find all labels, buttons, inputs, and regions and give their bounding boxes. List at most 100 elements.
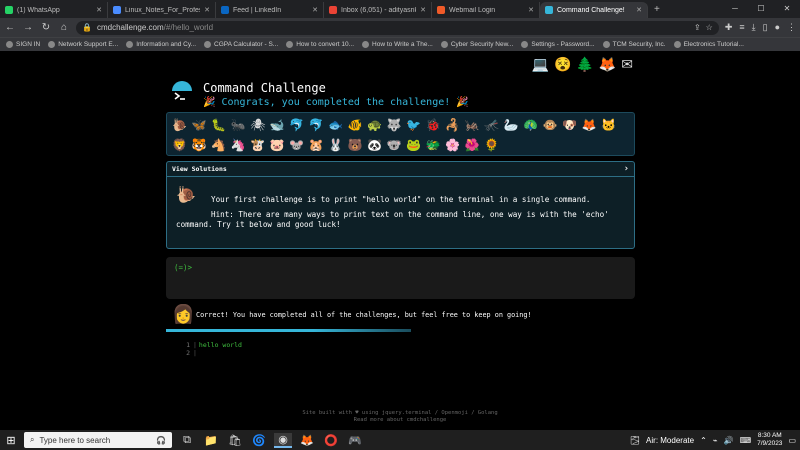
- bookmark-item[interactable]: How to convert 10...: [286, 41, 354, 48]
- challenge-emoji-icon[interactable]: 🐬: [287, 115, 307, 135]
- reload-icon[interactable]: ↻: [40, 22, 52, 33]
- bookmark-item[interactable]: Electronics Tutorial...: [673, 41, 744, 48]
- challenge-emoji-icon[interactable]: 🐞: [424, 115, 444, 135]
- notifications-icon[interactable]: ▭: [788, 436, 796, 445]
- challenge-emoji-icon[interactable]: 🐻: [346, 135, 366, 155]
- tab-3[interactable]: Inbox (6,051) - adityasrika ✕: [324, 2, 432, 18]
- close-window-icon[interactable]: ✕: [774, 0, 800, 18]
- challenge-emoji-icon[interactable]: 🐷: [268, 135, 288, 155]
- top-nav-icon[interactable]: 💻: [532, 56, 549, 73]
- menu-icon[interactable]: ⋮: [787, 22, 796, 33]
- challenge-emoji-icon[interactable]: 🐮: [248, 135, 268, 155]
- challenge-emoji-icon[interactable]: 🐼: [365, 135, 385, 155]
- top-nav-icon[interactable]: 😵: [554, 56, 571, 73]
- view-solutions-bar[interactable]: View Solutions ›: [167, 162, 634, 177]
- challenge-emoji-icon[interactable]: 🦟: [482, 115, 502, 135]
- minimize-icon[interactable]: ─: [722, 0, 748, 18]
- address-bar[interactable]: 🔒 cmdchallenge.com/#/hello_world ⇪ ☆: [76, 20, 719, 35]
- challenge-emoji-icon[interactable]: 🌸: [443, 135, 463, 155]
- firefox-icon[interactable]: 🦊: [298, 434, 316, 447]
- terminal-input[interactable]: (=)>: [166, 257, 635, 299]
- new-tab-button[interactable]: +: [648, 2, 666, 18]
- challenge-emoji-icon[interactable]: 🦗: [463, 115, 483, 135]
- challenge-emoji-icon[interactable]: 🦢: [502, 115, 522, 135]
- cortana-icon[interactable]: 🎧: [156, 436, 166, 445]
- tab-close-icon[interactable]: ✕: [96, 6, 102, 14]
- network-icon[interactable]: ⌁: [713, 436, 718, 445]
- challenge-emoji-icon[interactable]: 🐴: [209, 135, 229, 155]
- maximize-icon[interactable]: ☐: [748, 0, 774, 18]
- challenge-emoji-icon[interactable]: 🐰: [326, 135, 346, 155]
- bookmark-item[interactable]: CGPA Calculator - S...: [204, 41, 278, 48]
- challenge-emoji-icon[interactable]: 🦊: [580, 115, 600, 135]
- opera-icon[interactable]: ⭕: [322, 434, 340, 447]
- sidebar-icon[interactable]: ▯: [763, 22, 768, 33]
- challenge-emoji-icon[interactable]: 🐛: [209, 115, 229, 135]
- windows-start-icon[interactable]: ⊞: [4, 434, 18, 447]
- top-nav-icon[interactable]: ✉: [621, 56, 633, 73]
- tray-up-icon[interactable]: ⌃: [700, 436, 707, 445]
- tab-close-icon[interactable]: ✕: [420, 6, 426, 14]
- bookmark-item[interactable]: SIGN IN: [6, 41, 40, 48]
- challenge-emoji-icon[interactable]: 🦄: [229, 135, 249, 155]
- taskbar-search[interactable]: ⌕ Type here to search 🎧: [24, 432, 172, 448]
- reading-list-icon[interactable]: ≡: [739, 22, 744, 33]
- tab-1[interactable]: Linux_Notes_For_Professio ✕: [108, 2, 216, 18]
- file-explorer-icon[interactable]: 📁: [202, 434, 220, 447]
- tab-close-icon[interactable]: ✕: [528, 6, 534, 14]
- keyboard-icon[interactable]: ⌨: [740, 436, 752, 445]
- bookmark-item[interactable]: Network Support E...: [48, 41, 118, 48]
- challenge-emoji-icon[interactable]: 🕷: [248, 115, 268, 135]
- challenge-emoji-icon[interactable]: 🐦: [404, 115, 424, 135]
- challenge-emoji-icon[interactable]: 🌺: [463, 135, 483, 155]
- challenge-emoji-icon[interactable]: 🐲: [424, 135, 444, 155]
- air-quality-label[interactable]: Air: Moderate: [646, 436, 694, 445]
- tab-close-icon[interactable]: ✕: [312, 6, 318, 14]
- challenge-emoji-icon[interactable]: 🐜: [229, 115, 249, 135]
- home-icon[interactable]: ⌂: [58, 22, 70, 33]
- top-nav-icon[interactable]: 🦊: [599, 56, 616, 73]
- tab-2[interactable]: Feed | LinkedIn ✕: [216, 2, 324, 18]
- challenge-emoji-icon[interactable]: 🐌: [170, 115, 190, 135]
- tab-0[interactable]: (1) WhatsApp ✕: [0, 2, 108, 18]
- challenge-emoji-icon[interactable]: 🐸: [404, 135, 424, 155]
- back-icon[interactable]: ←: [4, 22, 16, 33]
- extensions-icon[interactable]: ✚: [725, 22, 733, 33]
- tab-close-icon[interactable]: ✕: [636, 6, 642, 14]
- forward-icon[interactable]: →: [22, 22, 34, 33]
- challenge-emoji-icon[interactable]: 🌻: [482, 135, 502, 155]
- challenge-emoji-icon[interactable]: 🐋: [268, 115, 288, 135]
- store-icon[interactable]: 🛍: [226, 434, 244, 447]
- profile-avatar[interactable]: ●: [775, 22, 780, 33]
- challenge-emoji-icon[interactable]: 🐹: [307, 135, 327, 155]
- challenge-emoji-icon[interactable]: 🐯: [190, 135, 210, 155]
- discord-icon[interactable]: 🎮: [346, 434, 364, 447]
- challenge-emoji-icon[interactable]: 🐢: [365, 115, 385, 135]
- edge-icon[interactable]: 🌀: [250, 434, 268, 447]
- bookmark-item[interactable]: TCM Security, Inc.: [602, 41, 666, 48]
- read-more-link[interactable]: Read more about cmdchallenge: [0, 417, 800, 424]
- bookmark-item[interactable]: Information and Cy...: [126, 41, 196, 48]
- tab-5[interactable]: Command Challenge! ✕: [540, 2, 648, 18]
- top-nav-icon[interactable]: 🌲: [576, 56, 593, 73]
- bookmark-item[interactable]: Cyber Security New...: [440, 41, 513, 48]
- challenge-emoji-icon[interactable]: 🦋: [190, 115, 210, 135]
- tab-close-icon[interactable]: ✕: [204, 6, 210, 14]
- task-view-icon[interactable]: ⧉: [178, 434, 196, 447]
- challenge-emoji-icon[interactable]: 🐵: [541, 115, 561, 135]
- volume-icon[interactable]: 🔊: [724, 436, 734, 445]
- challenge-emoji-icon[interactable]: 🦚: [521, 115, 541, 135]
- bookmark-item[interactable]: Settings - Password...: [521, 41, 595, 48]
- clock[interactable]: 8:30 AM 7/9/2023: [757, 432, 782, 448]
- challenge-emoji-icon[interactable]: 🐨: [385, 135, 405, 155]
- challenge-emoji-icon[interactable]: 🐟: [326, 115, 346, 135]
- challenge-emoji-icon[interactable]: 🐠: [346, 115, 366, 135]
- challenge-emoji-icon[interactable]: 🐭: [287, 135, 307, 155]
- challenge-emoji-icon[interactable]: 🐱: [599, 115, 619, 135]
- tab-4[interactable]: Webmail Login ✕: [432, 2, 540, 18]
- bookmark-item[interactable]: How to Write a The...: [362, 41, 433, 48]
- challenge-emoji-icon[interactable]: 🐶: [560, 115, 580, 135]
- challenge-emoji-icon[interactable]: 🦂: [443, 115, 463, 135]
- challenge-emoji-icon[interactable]: 🦁: [170, 135, 190, 155]
- bookmark-star-icon[interactable]: ☆: [706, 23, 713, 32]
